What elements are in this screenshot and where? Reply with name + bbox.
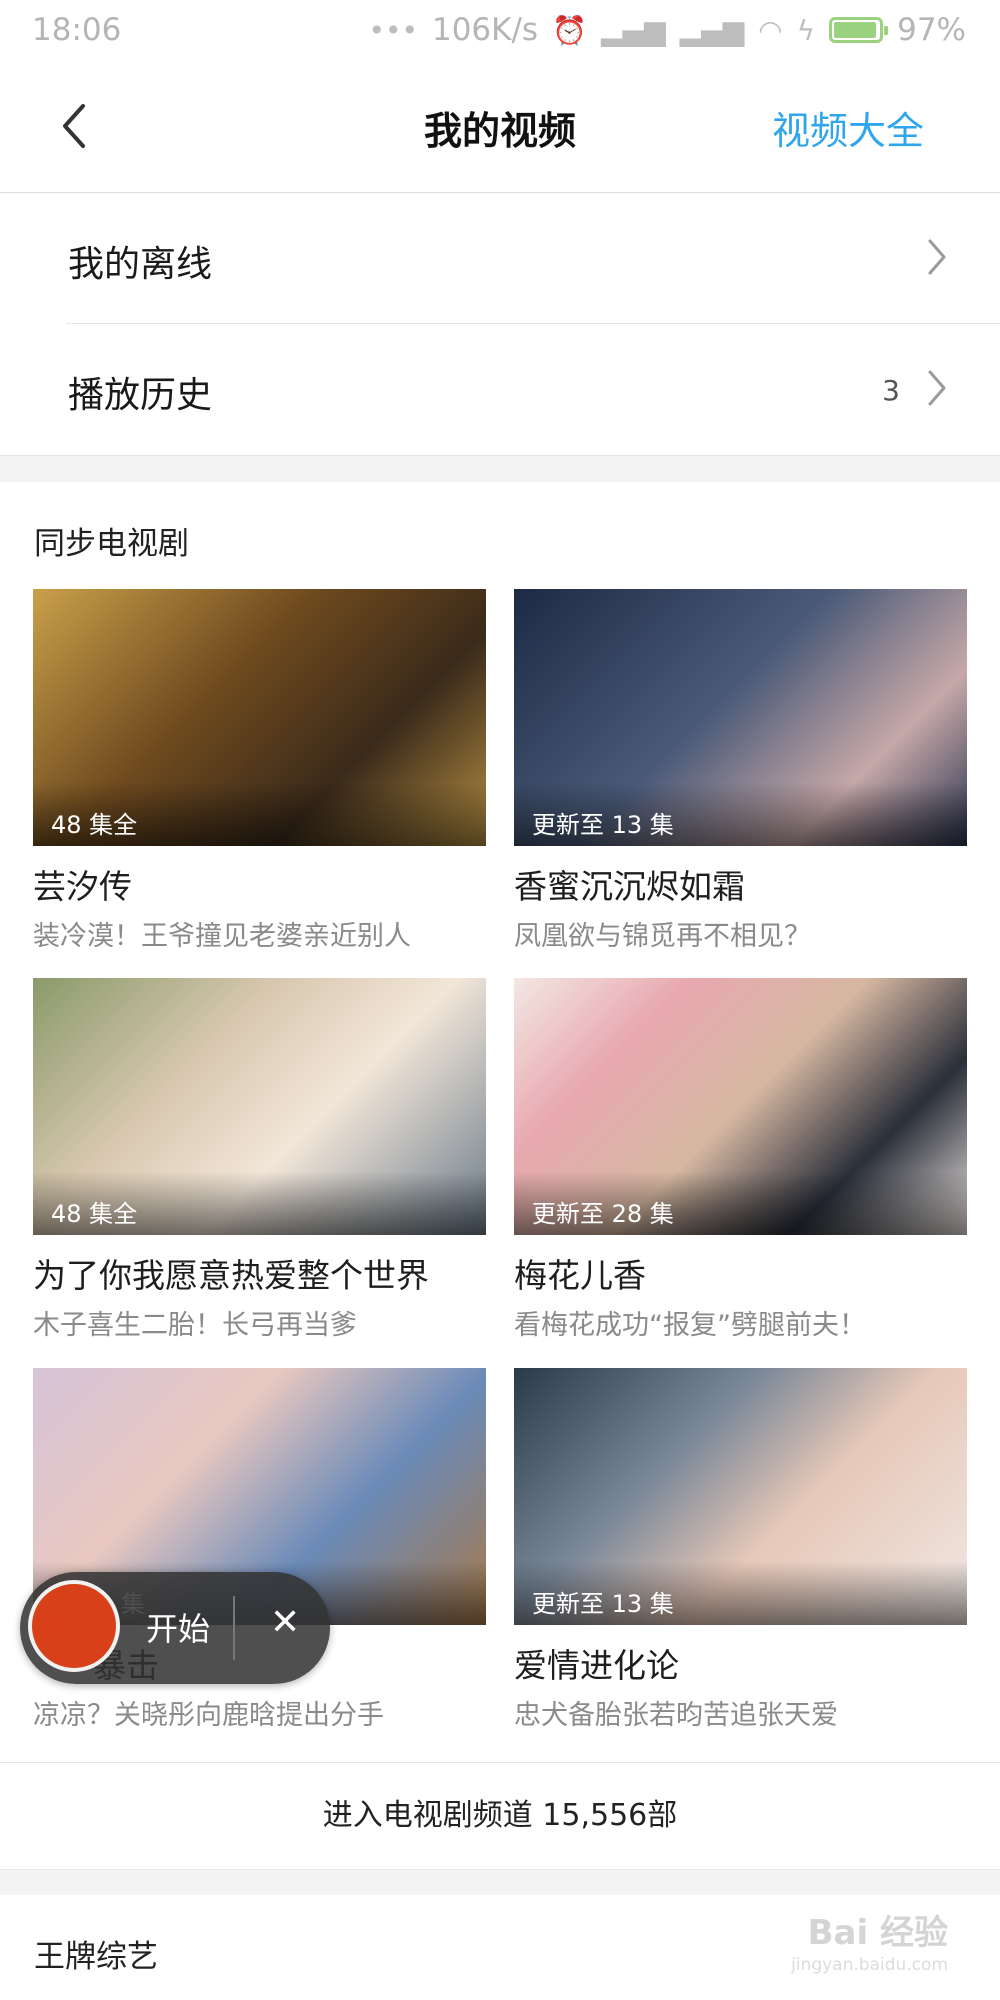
drama-title: 芸汐传 (33, 867, 132, 906)
drama-thumbnail: 更新至 28 集 (514, 978, 967, 1235)
section-title: 王牌综艺 (34, 1939, 158, 1975)
net-speed: 106K/s (431, 12, 539, 48)
drama-description: 木子喜生二胎！长弓再当爹 (33, 1310, 357, 1341)
signal-icon: ▂▄▆ (600, 13, 666, 47)
history-row[interactable]: 播放历史 3 (0, 324, 1000, 454)
drama-thumbnail: 48 集全 (33, 978, 486, 1235)
enter-tv-channel-button[interactable]: 进入电视剧频道 15,556部 (0, 1762, 1000, 1870)
episode-badge: 更新至 13 集 (514, 1561, 967, 1625)
section-title: 同步电视剧 (34, 526, 189, 562)
drama-card[interactable]: 更新至 13 集 香蜜沉沉烬如霜 凤凰欲与锦觅再不相见？ (514, 589, 967, 953)
drama-description: 凉凉？关晓彤向鹿晗提出分手 (33, 1700, 384, 1731)
drama-description: 看梅花成功“报复”劈腿前夫！ (514, 1310, 866, 1341)
drama-title: 爱情进化论 (514, 1646, 679, 1685)
close-icon[interactable]: ✕ (270, 1602, 300, 1643)
chevron-right-icon (928, 370, 946, 406)
drama-title: 香蜜沉沉烬如霜 (514, 867, 745, 906)
more-dots-icon: ••• (368, 13, 418, 47)
drama-title: 为了你我愿意热爱整个世界 (33, 1256, 429, 1295)
menu-list: 我的离线 播放历史 3 (0, 193, 1000, 456)
offline-label: 我的离线 (68, 244, 213, 285)
charging-icon: ϟ (796, 13, 816, 47)
episode-badge: 更新至 28 集 (514, 1171, 967, 1235)
drama-description: 装冷漠！王爷撞见老婆亲近别人 (33, 921, 411, 952)
drama-card[interactable]: 更新至 28 集 梅花儿香 看梅花成功“报复”劈腿前夫！ (514, 978, 967, 1342)
drama-card[interactable]: 48 集全 芸汐传 装冷漠！王爷撞见老婆亲近别人 (33, 589, 486, 953)
drama-description: 忠犬备胎张若昀苦追张天爱 (514, 1700, 838, 1731)
drama-thumbnail: 48 集全 (33, 589, 486, 846)
screen-recorder-widget: 开始 ✕ (20, 1572, 330, 1684)
offline-row[interactable]: 我的离线 (0, 193, 1000, 324)
history-label: 播放历史 (68, 375, 213, 416)
battery-percent: 97% (897, 12, 966, 48)
episode-badge: 48 集全 (33, 782, 486, 846)
status-time: 18:06 (32, 12, 122, 48)
signal-icon: ▂▄▆ (679, 13, 745, 47)
tv-section: 同步电视剧 48 集全 芸汐传 装冷漠！王爷撞见老婆亲近别人 更新至 13 集 … (0, 482, 1000, 1762)
battery-icon (829, 17, 889, 43)
alarm-icon: ⏰ (552, 13, 587, 47)
drama-thumbnail: 更新至 13 集 (514, 589, 967, 846)
episode-badge: 48 集全 (33, 1171, 486, 1235)
drama-description: 凤凰欲与锦觅再不相见？ (514, 921, 811, 952)
drama-card[interactable]: 48 集全 为了你我愿意热爱整个世界 木子喜生二胎！长弓再当爹 (33, 978, 486, 1342)
status-icons: ••• 106K/s ⏰ ▂▄▆ ▂▄▆ ◠ ϟ 97% (368, 12, 966, 48)
app-header: 我的视频 视频大全 (0, 62, 1000, 193)
divider (233, 1596, 235, 1660)
wifi-icon: ◠ (758, 13, 783, 47)
drama-thumbnail: 更新至 13 集 (514, 1368, 967, 1625)
video-catalog-link[interactable]: 视频大全 (772, 100, 924, 155)
record-button[interactable] (28, 1580, 120, 1672)
watermark-logo: Bai 经验 (807, 1913, 948, 1953)
status-bar: 18:06 ••• 106K/s ⏰ ▂▄▆ ▂▄▆ ◠ ϟ 97% (0, 0, 1000, 62)
episode-badge: 更新至 13 集 (514, 782, 967, 846)
record-start-label[interactable]: 开始 (146, 1604, 210, 1650)
chevron-right-icon (928, 239, 946, 275)
history-count: 3 (882, 374, 900, 407)
drama-card[interactable]: 更新至 13 集 爱情进化论 忠犬备胎张若昀苦追张天爱 (514, 1368, 967, 1732)
drama-title: 梅花儿香 (514, 1256, 646, 1295)
watermark-url: jingyan.baidu.com (791, 1955, 948, 1975)
